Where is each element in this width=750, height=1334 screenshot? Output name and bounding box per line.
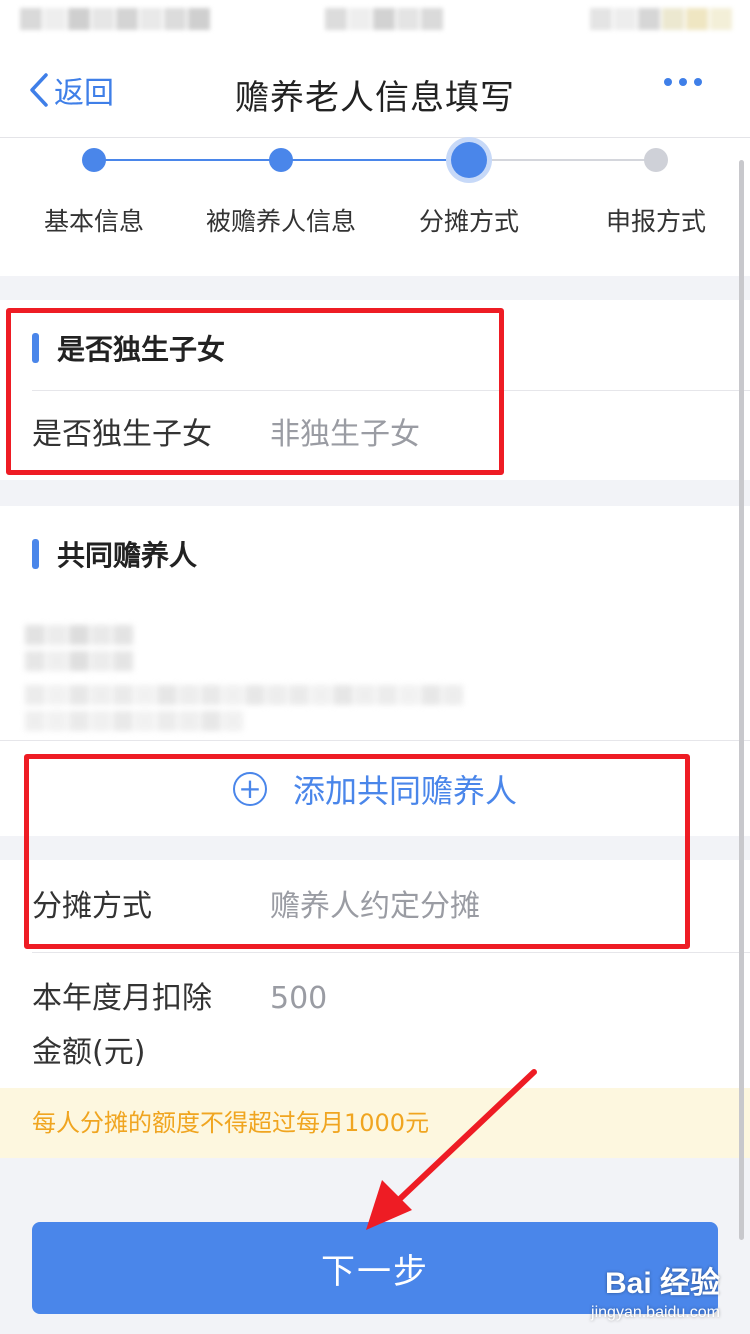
blurred-status-right bbox=[590, 8, 734, 34]
progress-line-todo bbox=[468, 159, 656, 161]
monthly-deduction-label: 本年度月扣除 金额(元) bbox=[32, 976, 212, 1076]
step-dot-current bbox=[451, 142, 487, 178]
divider bbox=[32, 952, 750, 953]
co-supporters-section: 共同赡养人 bbox=[0, 506, 750, 740]
more-menu-button[interactable] bbox=[657, 78, 702, 86]
step-label: 基本信息 bbox=[43, 207, 145, 236]
step-dot-done bbox=[269, 148, 293, 172]
highlight-box-allocation bbox=[24, 754, 690, 949]
step-label: 被赡养人信息 bbox=[205, 207, 357, 236]
monthly-deduction-label-line1: 本年度月扣除 bbox=[32, 981, 212, 1016]
monthly-deduction-input[interactable]: 500 bbox=[270, 976, 327, 1022]
blurred-supporter-id bbox=[24, 684, 464, 736]
blurred-supporter-name bbox=[24, 624, 144, 676]
scrollbar[interactable] bbox=[739, 160, 744, 1240]
section-accent-bar bbox=[32, 539, 39, 569]
more-dot-icon bbox=[679, 78, 687, 86]
step-label: 分摊方式 bbox=[418, 207, 520, 236]
limit-tip-banner: 每人分摊的额度不得超过每月1000元 bbox=[0, 1088, 750, 1158]
monthly-deduction-label-line2: 金额(元) bbox=[32, 1035, 146, 1070]
watermark-brand: Bai 经验 bbox=[604, 1267, 720, 1300]
step-dot-done bbox=[82, 148, 106, 172]
more-dot-icon bbox=[694, 78, 702, 86]
step-progress: 基本信息 被赡养人信息 分摊方式 申报方式 bbox=[0, 138, 750, 276]
watermark-url: jingyan.baidu.com bbox=[591, 1304, 720, 1321]
section-header: 共同赡养人 bbox=[32, 534, 197, 574]
status-bar bbox=[0, 0, 750, 40]
page-title: 赡养老人信息填写 bbox=[235, 78, 515, 118]
blurred-status-left bbox=[20, 8, 212, 34]
nav-bar: 返回 赡养老人信息填写 bbox=[0, 40, 750, 138]
section-title: 共同赡养人 bbox=[57, 539, 198, 572]
baidu-jingyan-watermark: Bai 经验 jingyan.baidu.com bbox=[591, 1258, 720, 1322]
blurred-status-center bbox=[325, 8, 445, 34]
more-dot-icon bbox=[664, 78, 672, 86]
step-label: 申报方式 bbox=[605, 207, 707, 236]
step-dot-todo bbox=[644, 148, 668, 172]
highlight-box-only-child bbox=[6, 308, 504, 475]
